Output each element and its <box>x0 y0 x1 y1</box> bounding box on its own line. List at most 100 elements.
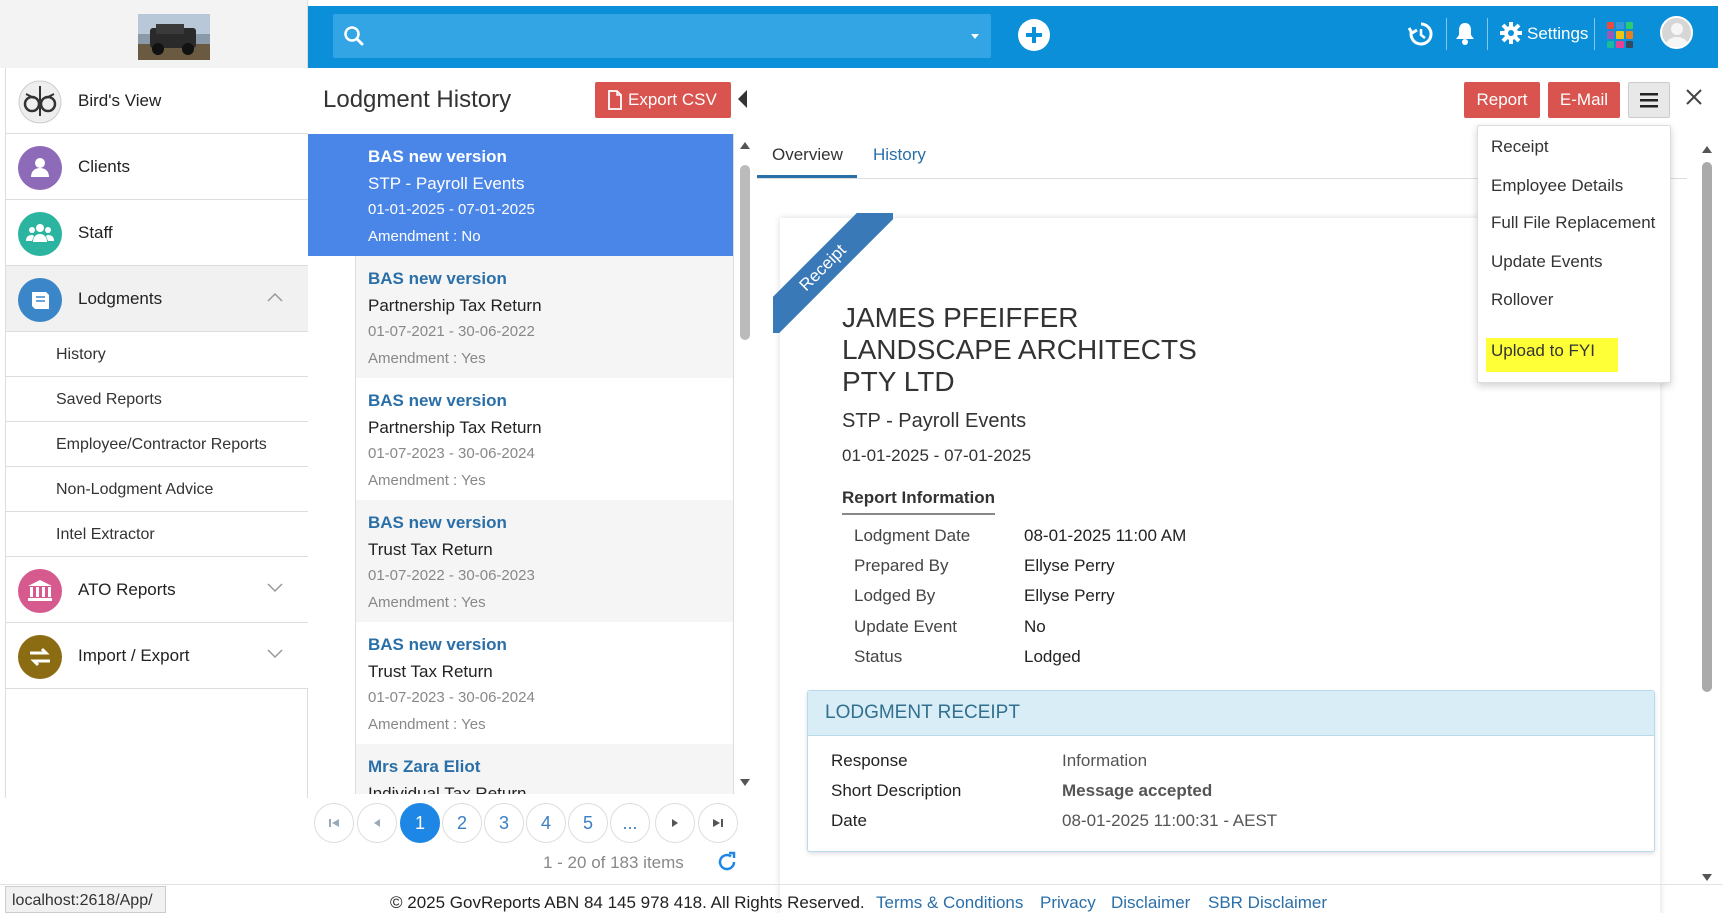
sidebar-item-birds-view[interactable]: Bird's View <box>6 68 308 134</box>
history-icon[interactable] <box>1407 20 1435 48</box>
swap-arrows-icon <box>18 635 62 679</box>
refresh-icon[interactable] <box>715 850 739 874</box>
menu-item-update-events[interactable]: Update Events <box>1491 252 1603 272</box>
sidebar-item-lodgments[interactable]: Lodgments <box>6 266 308 332</box>
more-menu-button[interactable] <box>1628 82 1670 118</box>
file-icon <box>608 90 622 110</box>
page-button-more[interactable]: ... <box>610 803 650 843</box>
page-button-4[interactable]: 4 <box>526 803 566 843</box>
list-item-type: Trust Tax Return <box>368 540 493 559</box>
hamburger-icon <box>1640 93 1658 108</box>
collapse-panel-icon[interactable] <box>738 90 747 108</box>
list-item-period: 01-07-2023 - 30-06-2024 <box>368 445 535 462</box>
menu-item-full-file-replacement[interactable]: Full File Replacement <box>1491 213 1655 233</box>
menu-item-rollover[interactable]: Rollover <box>1491 290 1553 310</box>
sidebar-subitem-employee-contractor-reports[interactable]: Employee/Contractor Reports <box>6 422 308 467</box>
page-button-2[interactable]: 2 <box>442 803 482 843</box>
info-value: Ellyse Perry <box>1024 586 1115 605</box>
divider <box>1487 18 1488 50</box>
list-item[interactable]: BAS new version Partnership Tax Return 0… <box>308 378 733 500</box>
footer-link-sbr-disclaimer[interactable]: SBR Disclaimer <box>1208 893 1327 913</box>
footer-link-privacy[interactable]: Privacy <box>1040 893 1096 913</box>
footer-link-disclaimer[interactable]: Disclaimer <box>1111 893 1190 913</box>
sidebar-subitem-non-lodgment-advice[interactable]: Non-Lodgment Advice <box>6 467 308 512</box>
sidebar-subitem-label: Employee/Contractor Reports <box>56 436 267 453</box>
bell-icon[interactable] <box>1453 20 1477 46</box>
apps-grid-icon[interactable] <box>1607 22 1633 48</box>
list-item[interactable]: BAS new version STP - Payroll Events 01-… <box>308 134 733 256</box>
sidebar-subitem-label: Non-Lodgment Advice <box>56 481 214 498</box>
scrollbar-thumb[interactable] <box>1702 162 1712 692</box>
footer-link-terms[interactable]: Terms & Conditions <box>876 893 1023 913</box>
search-icon <box>344 26 364 46</box>
sidebar-subitem-intel-extractor[interactable]: Intel Extractor <box>6 512 308 557</box>
book-icon <box>18 278 62 322</box>
details-scrollbar[interactable] <box>1700 140 1714 890</box>
list-item[interactable]: Mrs Zara Eliot Individual Tax Return <box>308 744 733 794</box>
menu-item-upload-to-fyi[interactable]: Upload to FYI <box>1491 341 1595 361</box>
tab-overview[interactable]: Overview <box>772 145 843 165</box>
sidebar-item-import-export[interactable]: Import / Export <box>6 623 308 689</box>
people-icon <box>18 212 62 256</box>
page-button-5[interactable]: 5 <box>568 803 608 843</box>
sidebar-item-staff[interactable]: Staff <box>6 200 308 266</box>
receipt-value: Information <box>1062 751 1148 770</box>
report-button[interactable]: Report <box>1464 82 1540 118</box>
list-item-period: 01-07-2021 - 30-06-2022 <box>368 323 535 340</box>
first-page-button[interactable] <box>314 803 354 843</box>
list-item[interactable]: BAS new version Partnership Tax Return 0… <box>308 256 733 378</box>
last-page-button[interactable] <box>698 803 738 843</box>
scrollbar-thumb[interactable] <box>740 165 750 340</box>
list-item-gutter <box>308 256 356 378</box>
sidebar-item-clients[interactable]: Clients <box>6 134 308 200</box>
list-item-period: 01-07-2023 - 30-06-2024 <box>368 689 535 706</box>
sidebar-item-ato-reports[interactable]: ATO Reports <box>6 557 308 623</box>
sidebar-item-label: Bird's View <box>78 91 162 110</box>
scroll-up-icon[interactable] <box>1701 144 1713 154</box>
user-avatar-icon[interactable] <box>1660 16 1693 49</box>
list-item-gutter <box>308 500 356 622</box>
prev-page-button[interactable] <box>357 803 397 843</box>
next-page-button[interactable] <box>655 803 695 843</box>
sidebar-subitem-saved-reports[interactable]: Saved Reports <box>6 377 308 422</box>
prev-page-icon <box>374 819 380 827</box>
settings-label[interactable]: Settings <box>1527 24 1588 44</box>
report-period: 01-01-2025 - 07-01-2025 <box>842 446 1032 465</box>
list-item[interactable]: BAS new version Trust Tax Return 01-07-2… <box>308 622 733 744</box>
list-item[interactable]: BAS new version Trust Tax Return 01-07-2… <box>308 500 733 622</box>
plus-icon[interactable] <box>1018 19 1050 51</box>
list-item-amendment: Amendment : Yes <box>368 716 486 733</box>
list-item-title: BAS new version <box>368 391 507 410</box>
sidebar-subitem-label: Saved Reports <box>56 391 162 408</box>
search-input[interactable] <box>333 14 991 58</box>
menu-item-receipt[interactable]: Receipt <box>1491 137 1549 157</box>
info-value: Ellyse Perry <box>1024 556 1115 575</box>
scroll-up-icon[interactable] <box>739 140 751 150</box>
export-csv-button[interactable]: Export CSV <box>595 82 731 118</box>
sidebar-subitem-history[interactable]: History <box>6 332 308 377</box>
report-information-title: Report Information <box>842 488 995 515</box>
sidebar-subitem-label: Intel Extractor <box>56 526 155 543</box>
chevron-down-icon <box>267 583 283 593</box>
page-button-1[interactable]: 1 <box>400 803 440 843</box>
sidebar-item-label: Clients <box>78 157 130 176</box>
export-csv-label: Export CSV <box>628 90 717 109</box>
scroll-down-icon[interactable] <box>1701 873 1713 883</box>
active-tab-underline <box>757 175 857 178</box>
company-name: JAMES PFEIFFER LANDSCAPE ARCHITECTS PTY … <box>842 302 1262 398</box>
sidebar-subitem-label: History <box>56 346 106 363</box>
page-button-3[interactable]: 3 <box>484 803 524 843</box>
search-dropdown-caret[interactable] <box>971 34 979 39</box>
list-scrollbar[interactable] <box>739 140 751 790</box>
menu-item-employee-details[interactable]: Employee Details <box>1491 176 1623 196</box>
scroll-down-icon[interactable] <box>739 778 751 788</box>
tab-history[interactable]: History <box>873 145 926 165</box>
footer-divider <box>0 884 1723 885</box>
chevron-down-icon <box>267 649 283 659</box>
list-item-gutter <box>308 622 356 744</box>
email-button[interactable]: E-Mail <box>1548 82 1620 118</box>
gear-icon[interactable] <box>1500 22 1522 44</box>
company-name-line: PTY LTD <box>842 366 955 397</box>
close-icon[interactable] <box>1685 88 1703 106</box>
list-item-period: 01-07-2022 - 30-06-2023 <box>368 567 535 584</box>
